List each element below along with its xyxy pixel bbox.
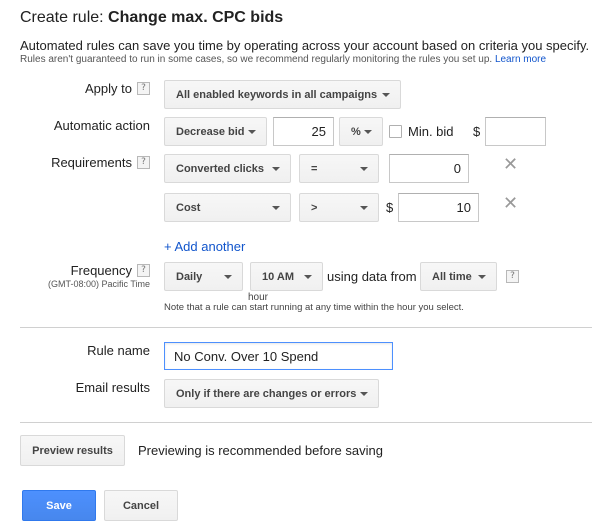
preview-message: Previewing is recommended before saving <box>138 443 383 458</box>
preview-results-button[interactable]: Preview results <box>20 435 125 466</box>
requirements-label: Requirements <box>51 155 132 170</box>
frequency-time: 10 AM <box>262 270 294 283</box>
min-bid-input[interactable] <box>485 117 546 146</box>
remove-requirement-1-icon[interactable]: ✕ <box>503 156 518 174</box>
email-results-value: Only if there are changes or errors <box>176 387 357 400</box>
bid-change-amount-input[interactable]: 25 <box>273 117 334 146</box>
data-range-dropdown[interactable]: All time <box>420 262 497 291</box>
using-data-from-label: using data from <box>327 269 417 284</box>
frequency-note: Note that a rule can start running at an… <box>164 302 464 313</box>
learn-more-link[interactable]: Learn more <box>495 54 546 65</box>
chevron-down-icon <box>360 392 368 396</box>
requirement-2-value: 10 <box>456 200 471 215</box>
rule-name-value: No Conv. Over 10 Spend <box>174 348 319 364</box>
chevron-down-icon <box>272 206 280 210</box>
requirement-2-currency: $ <box>386 200 394 215</box>
frequency-period-dropdown[interactable]: Daily <box>164 262 243 291</box>
chevron-down-icon <box>360 167 368 171</box>
apply-to-value: All enabled keywords in all campaigns <box>176 88 378 101</box>
min-bid-currency: $ <box>473 124 481 139</box>
bid-change-unit-dropdown[interactable]: % <box>339 117 383 146</box>
requirement-2-metric: Cost <box>176 201 201 214</box>
requirement-1-metric-dropdown[interactable]: Converted clicks <box>164 154 291 183</box>
monitoring-note-text: Rules aren't guaranteed to run in some c… <box>20 54 493 65</box>
frequency-time-dropdown[interactable]: 10 AM <box>250 262 323 291</box>
chevron-down-icon <box>382 93 390 97</box>
timezone-label: (GMT-08:00) Pacific Time <box>47 279 150 289</box>
chevron-down-icon <box>272 167 280 171</box>
data-range-value: All time <box>432 270 472 283</box>
apply-to-dropdown[interactable]: All enabled keywords in all campaigns <box>164 80 401 109</box>
frequency-period: Daily <box>176 270 203 283</box>
apply-to-help-icon[interactable]: ? <box>137 82 150 95</box>
chevron-down-icon <box>248 130 256 134</box>
frequency-label: Frequency <box>70 263 132 278</box>
requirement-2-operator: > <box>311 201 318 214</box>
section-divider <box>20 422 592 423</box>
requirements-help-icon[interactable]: ? <box>137 156 150 169</box>
email-results-label: Email results <box>75 380 150 395</box>
email-results-dropdown[interactable]: Only if there are changes or errors <box>164 379 379 408</box>
monitoring-note: Rules aren't guaranteed to run in some c… <box>20 54 546 65</box>
rule-name-input[interactable]: No Conv. Over 10 Spend <box>164 342 393 370</box>
action-dropdown[interactable]: Decrease bid <box>164 117 267 146</box>
chevron-down-icon <box>478 275 486 279</box>
chevron-down-icon <box>304 275 312 279</box>
page-title: Create rule: Change max. CPC bids <box>20 9 283 27</box>
section-divider <box>20 327 592 328</box>
chevron-down-icon <box>364 130 372 134</box>
rule-type-name: Change max. CPC bids <box>108 9 284 26</box>
title-prefix: Create rule: <box>20 9 104 26</box>
requirement-1-operator: = <box>311 162 318 175</box>
save-button[interactable]: Save <box>22 490 96 521</box>
frequency-help-icon[interactable]: ? <box>137 264 150 277</box>
requirement-2-metric-dropdown[interactable]: Cost <box>164 193 291 222</box>
add-another-link[interactable]: + Add another <box>164 239 245 254</box>
rule-name-label: Rule name <box>87 343 150 358</box>
intro-text: Automated rules can save you time by ope… <box>20 38 590 53</box>
min-bid-checkbox[interactable] <box>389 125 402 138</box>
requirement-1-metric: Converted clicks <box>176 162 265 175</box>
data-range-help-icon[interactable]: ? <box>506 270 519 283</box>
requirement-2-value-input[interactable]: 10 <box>398 193 479 222</box>
chevron-down-icon <box>224 275 232 279</box>
bid-change-amount-value: 25 <box>311 124 326 139</box>
automatic-action-label: Automatic action <box>53 118 150 133</box>
requirement-1-value: 0 <box>453 161 461 176</box>
min-bid-label: Min. bid <box>408 124 454 139</box>
requirement-1-operator-dropdown[interactable]: = <box>299 154 379 183</box>
cancel-button[interactable]: Cancel <box>104 490 178 521</box>
chevron-down-icon <box>360 206 368 210</box>
requirement-2-operator-dropdown[interactable]: > <box>299 193 379 222</box>
requirement-1-value-input[interactable]: 0 <box>389 154 469 183</box>
bid-change-unit-value: % <box>351 125 361 138</box>
action-value: Decrease bid <box>176 125 245 138</box>
remove-requirement-2-icon[interactable]: ✕ <box>503 195 518 213</box>
apply-to-label: Apply to <box>85 81 132 96</box>
